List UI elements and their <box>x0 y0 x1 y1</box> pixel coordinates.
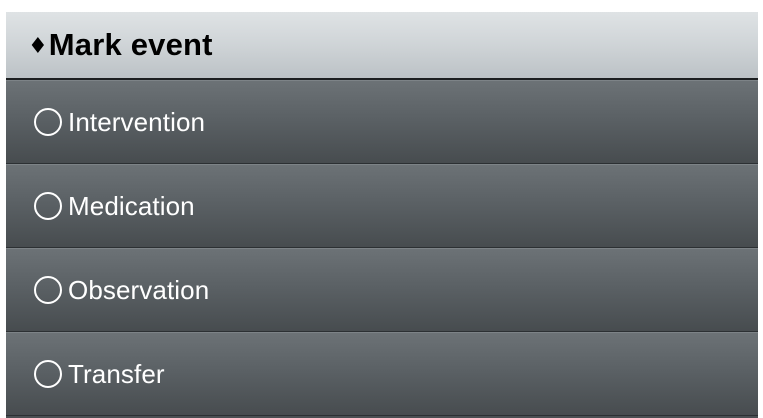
option-transfer[interactable]: Transfer <box>6 332 758 416</box>
option-label: Observation <box>68 274 210 305</box>
option-intervention[interactable]: Intervention <box>6 80 758 164</box>
panel-header: ♦ Mark event <box>6 12 758 80</box>
option-label: Transfer <box>68 358 165 389</box>
mark-event-panel: ♦ Mark event Intervention Medication Obs… <box>6 12 758 418</box>
option-label: Intervention <box>68 106 206 137</box>
option-medication[interactable]: Medication <box>6 164 758 248</box>
panel-title: Mark event <box>48 27 213 62</box>
option-observation[interactable]: Observation <box>6 248 758 332</box>
radio-button-icon[interactable] <box>34 108 62 136</box>
option-label: Medication <box>68 190 195 221</box>
radio-button-icon[interactable] <box>34 276 62 304</box>
diamond-icon: ♦ <box>28 33 48 59</box>
radio-button-icon[interactable] <box>34 192 62 220</box>
radio-button-icon[interactable] <box>34 360 62 388</box>
